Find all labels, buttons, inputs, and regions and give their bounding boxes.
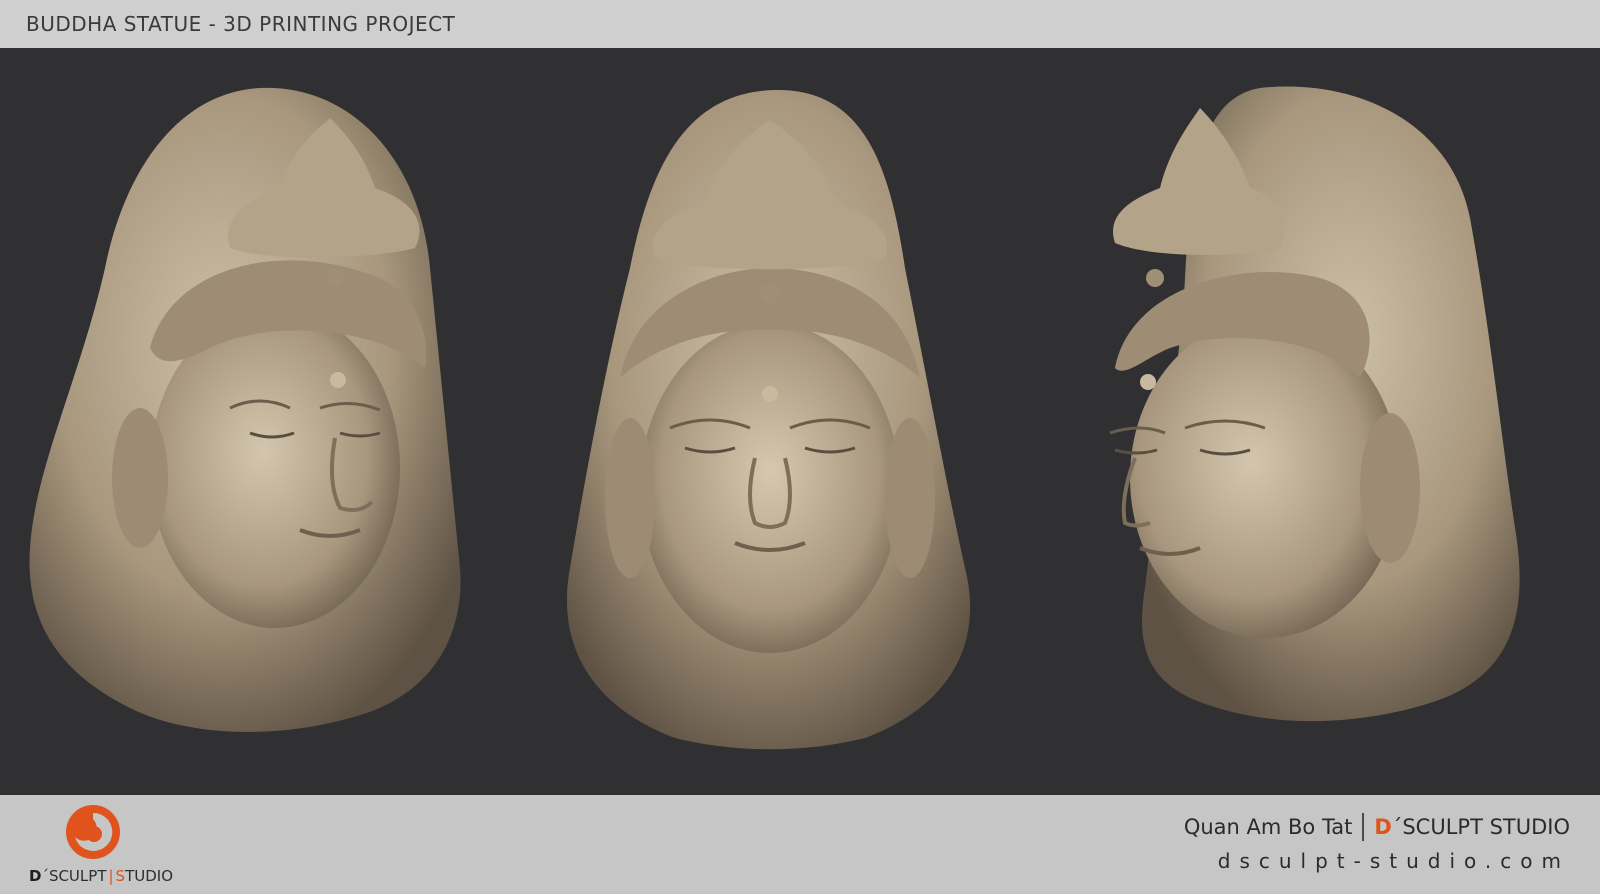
website-url[interactable]: dsculpt-studio.com [1150,849,1570,873]
header-bar: BUDDHA STATUE - 3D PRINTING PROJECT [0,0,1600,48]
render-viewport [0,48,1600,795]
credit-line: Quan Am Bo Tat D´SCULPT STUDIO [1150,813,1570,841]
logo-studio: TUDIO [125,867,174,885]
swirl-logo-icon [66,805,120,859]
logo-sculpt: ´SCULPT [41,867,107,885]
studio-logo: D´SCULPT | STUDIO [26,801,176,889]
footer-bar: D´SCULPT | STUDIO Quan Am Bo Tat D´SCULPT … [0,795,1600,894]
studio-name-rest: ´SCULPT STUDIO [1391,815,1570,839]
logo-s: S [115,867,126,885]
three-quarter-right-view [1090,48,1550,795]
front-view [545,48,1015,795]
logo-separator: | [108,867,114,885]
studio-name-d: D [1374,815,1392,839]
page-title: BUDDHA STATUE - 3D PRINTING PROJECT [26,12,456,36]
studio-name: D´SCULPT STUDIO [1374,815,1570,839]
credits-block: Quan Am Bo Tat D´SCULPT STUDIO dsculpt-s… [1150,813,1570,873]
project-name: Quan Am Bo Tat [1183,815,1353,839]
logo-d: D [28,867,42,885]
three-quarter-left-view [20,48,480,795]
logo-wordmark: D´SCULPT | STUDIO [26,867,176,885]
credit-divider [1362,813,1365,841]
